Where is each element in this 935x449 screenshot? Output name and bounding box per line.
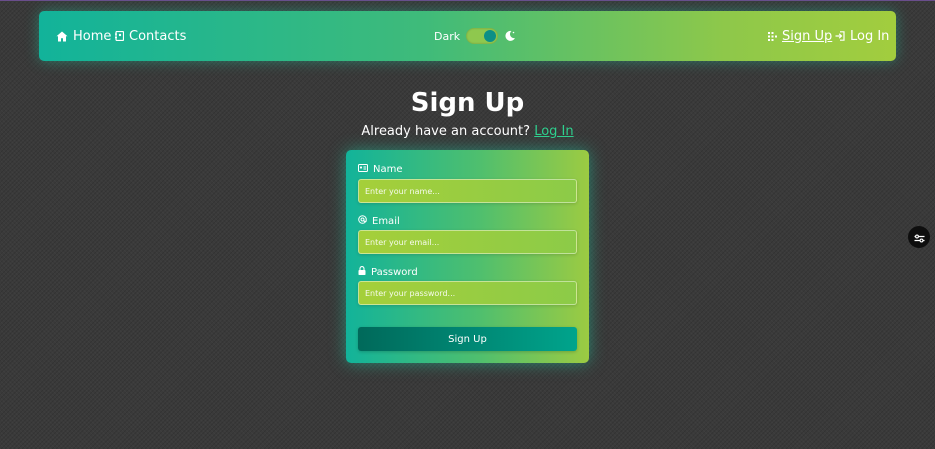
moon-icon [504,27,516,46]
home-icon [56,31,68,42]
login-prompt: Already have an account? Log In [0,124,935,139]
login-icon [835,31,845,41]
name-label-text: Name [373,164,403,175]
lock-icon [358,266,366,278]
password-label: Password [358,266,418,278]
signup-form: Name Email Password Sign Up [346,150,589,363]
nav-contacts-label: Contacts [129,28,187,44]
signup-icon [768,31,777,41]
nav-signup-label: Sign Up [782,28,833,44]
name-input[interactable] [358,179,577,203]
nav-signup-link[interactable]: Sign Up [768,11,832,61]
address-book-icon [115,31,124,41]
floating-settings-button[interactable] [908,226,930,248]
name-label: Name [358,164,403,175]
dark-mode-toggle[interactable] [466,28,499,44]
settings-sliders-icon [914,228,925,247]
id-card-icon [358,164,368,175]
nav-login-label: Log In [850,28,890,44]
toggle-knob [484,30,497,42]
login-prompt-text: Already have an account? [361,124,531,139]
theme-switcher: Dark [434,11,516,61]
email-label: Email [358,215,400,227]
nav-login-link[interactable]: Log In [835,11,889,61]
login-link[interactable]: Log In [534,124,573,139]
page-title: Sign Up [410,88,525,118]
email-label-text: Email [372,215,400,227]
nav-contacts-link[interactable]: Contacts [115,11,186,61]
signup-submit-button[interactable]: Sign Up [358,327,577,351]
nav-home-link[interactable]: Home [56,11,111,61]
password-label-text: Password [371,266,418,278]
window-top-border [0,0,935,1]
nav-home-label: Home [73,28,112,44]
password-input[interactable] [358,281,577,305]
theme-label: Dark [434,29,461,43]
navbar: Home Contacts Dark Sign Up Log In [39,11,896,61]
email-input[interactable] [358,230,577,254]
at-icon [358,215,367,227]
